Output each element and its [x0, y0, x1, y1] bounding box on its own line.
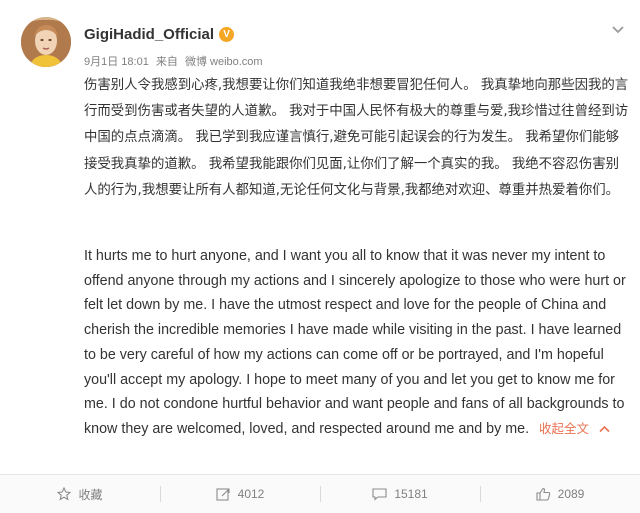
avatar-image	[21, 17, 71, 67]
post-date[interactable]: 9月1日 18:01	[84, 56, 149, 68]
verified-badge-icon	[219, 27, 235, 42]
repost-icon	[216, 488, 230, 501]
post-text-chinese: 伤害别人令我感到心疼,我想要让你们知道我绝非想要冒犯任何人。 我真挚地向那些因我…	[84, 78, 629, 198]
repost-count: 4012	[237, 487, 265, 501]
post-text-english-body: It hurts me to hurt anyone, and I want y…	[84, 248, 626, 438]
thumbs-up-icon	[536, 487, 550, 501]
like-count: 2089	[557, 487, 585, 501]
favorite-label: 收藏	[78, 487, 103, 502]
favorite-button[interactable]: 收藏	[0, 475, 160, 513]
collapse-link[interactable]: 收起全文	[539, 421, 589, 436]
chevron-up-icon[interactable]	[599, 417, 610, 442]
post-text-english: It hurts me to hurt anyone, and I want y…	[84, 244, 632, 442]
post-source[interactable]: 微博 weibo.com	[185, 56, 263, 68]
post-meta: 9月1日 18:01 来自 微博 weibo.com	[84, 53, 267, 69]
source-prefix: 来自	[155, 56, 178, 68]
avatar[interactable]	[21, 17, 71, 67]
chevron-down-icon[interactable]	[612, 20, 624, 34]
username[interactable]: GigiHadid_Official	[84, 26, 235, 43]
comment-count: 15181	[394, 487, 428, 501]
comment-icon	[372, 488, 387, 501]
repost-button[interactable]: 4012	[160, 475, 320, 513]
username-text[interactable]: GigiHadid_Official	[84, 26, 214, 43]
weibo-post-card: GigiHadid_Official 9月1日 18:01 来自 微博 weib…	[0, 0, 640, 513]
star-icon	[57, 487, 72, 501]
like-button[interactable]: 2089	[480, 475, 640, 513]
action-bar: 收藏 4012 15181 2089	[0, 475, 640, 513]
comment-button[interactable]: 15181	[320, 475, 480, 513]
